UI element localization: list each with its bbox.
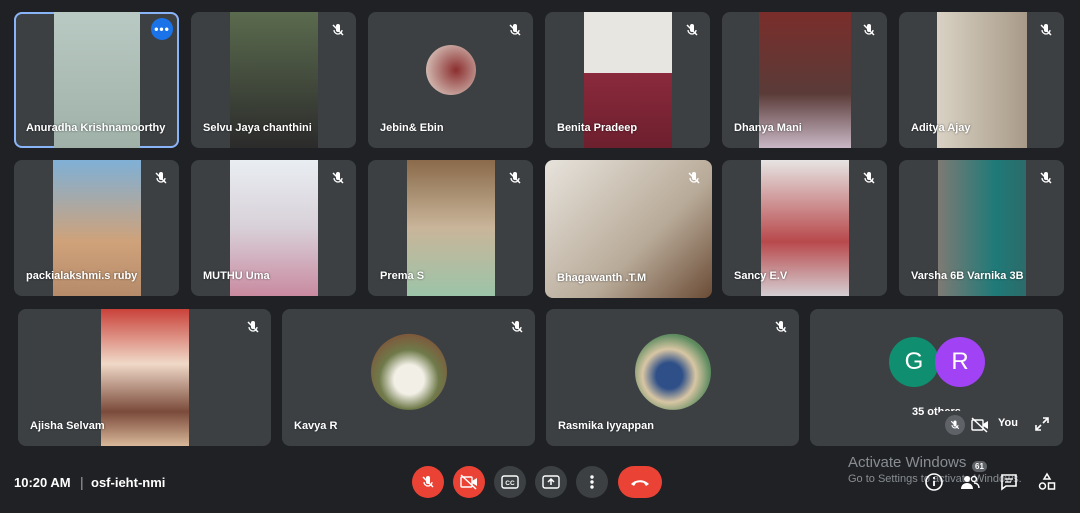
camera-off-icon [460,474,477,490]
participant-name: MUTHU Uma [203,270,270,282]
participant-name: Rasmika Iyyappan [558,420,654,432]
participant-name: Aditya Ajay [911,122,971,134]
participant-count-badge: 61 [972,461,987,472]
others-avatar: G [889,337,939,387]
mic-off-icon [775,321,787,333]
participant-name: Jebin& Ebin [380,122,444,134]
meeting-time: 10:20 AM [14,475,71,490]
participant-tile[interactable]: packialakshmi.s ruby [14,160,179,296]
participant-avatar [425,45,476,95]
expand-icon[interactable] [1034,416,1050,432]
mic-off-icon [1040,172,1052,184]
mic-off-icon [509,24,521,36]
chat-icon[interactable] [999,472,1019,492]
participant-name: packialakshmi.s ruby [26,270,138,282]
participant-name: Varsha 6B Varnika 3B [911,270,1024,282]
participant-tile[interactable]: Jebin& Ebin [368,12,533,148]
participant-name: Anuradha Krishnamoorthy [26,122,166,134]
info-icon[interactable] [924,472,944,492]
present-screen-button[interactable] [535,466,567,498]
others-avatar: R [935,337,985,387]
mic-toggle-button[interactable] [412,466,444,498]
mic-off-icon [688,172,700,184]
camera-toggle-button[interactable] [453,466,485,498]
participant-tile[interactable]: Kavya R [282,309,535,446]
mic-off-icon [511,321,523,333]
mic-off-icon [1040,24,1052,36]
mic-off-icon [509,172,521,184]
meeting-code: osf-ieht-nmi [91,475,166,490]
leave-call-button[interactable] [618,466,662,498]
participant-name: Selvu Jaya chanthini [203,122,312,134]
participant-tile[interactable]: Rasmika Iyyappan [546,309,799,446]
participant-tile[interactable]: Varsha 6B Varnika 3B [899,160,1064,296]
participant-name: Sancy E.V [734,270,788,282]
participant-tile[interactable]: MUTHU Uma [191,160,356,296]
mic-off-icon [863,24,875,36]
participant-tile[interactable]: Selvu Jaya chanthini [191,12,356,148]
captions-button[interactable]: CC [494,466,526,498]
participant-tile[interactable]: Aditya Ajay [899,12,1064,148]
mic-off-icon [863,172,875,184]
divider: | [80,474,84,490]
mic-off-icon [686,24,698,36]
hang-up-icon [631,480,649,486]
svg-text:CC: CC [505,480,515,487]
more-options-icon[interactable]: ••• [151,18,173,40]
captions-icon: CC [501,475,519,489]
participant-video [100,309,189,446]
participant-tile[interactable]: Prema S [368,160,533,296]
participant-name: Benita Pradeep [557,122,638,134]
participant-name: Dhanya Mani [734,122,802,134]
mic-off-icon [155,172,167,184]
activities-icon[interactable] [1037,472,1057,492]
people-icon[interactable] [960,472,980,492]
self-label: You [998,417,1018,429]
participant-name: Kavya R [294,420,338,432]
participant-avatar [634,333,711,410]
participant-name: Ajisha Selvam [30,420,105,432]
more-vert-icon [590,475,594,489]
participant-tile[interactable]: Sancy E.V [722,160,887,296]
participant-tile[interactable]: Bhagawanth .T.M [545,160,712,298]
present-icon [542,475,560,489]
participant-tile[interactable]: ••• Anuradha Krishnamoorthy [14,12,179,148]
participant-tile[interactable]: Ajisha Selvam [18,309,271,446]
more-options-button[interactable] [576,466,608,498]
mic-off-icon [950,420,960,430]
participant-name: Bhagawanth .T.M [557,272,647,284]
mic-off-icon [247,321,259,333]
mic-off-icon [332,24,344,36]
participant-name: Prema S [380,270,425,282]
participant-tile[interactable]: Benita Pradeep [545,12,710,148]
mic-off-icon [422,476,434,488]
self-mic-off-button[interactable] [945,415,965,435]
participant-avatar [370,333,447,410]
mic-off-icon [332,172,344,184]
activate-windows-watermark: Activate Windows [848,454,967,471]
participant-tile[interactable]: Dhanya Mani [722,12,887,148]
camera-off-icon[interactable] [971,417,989,433]
